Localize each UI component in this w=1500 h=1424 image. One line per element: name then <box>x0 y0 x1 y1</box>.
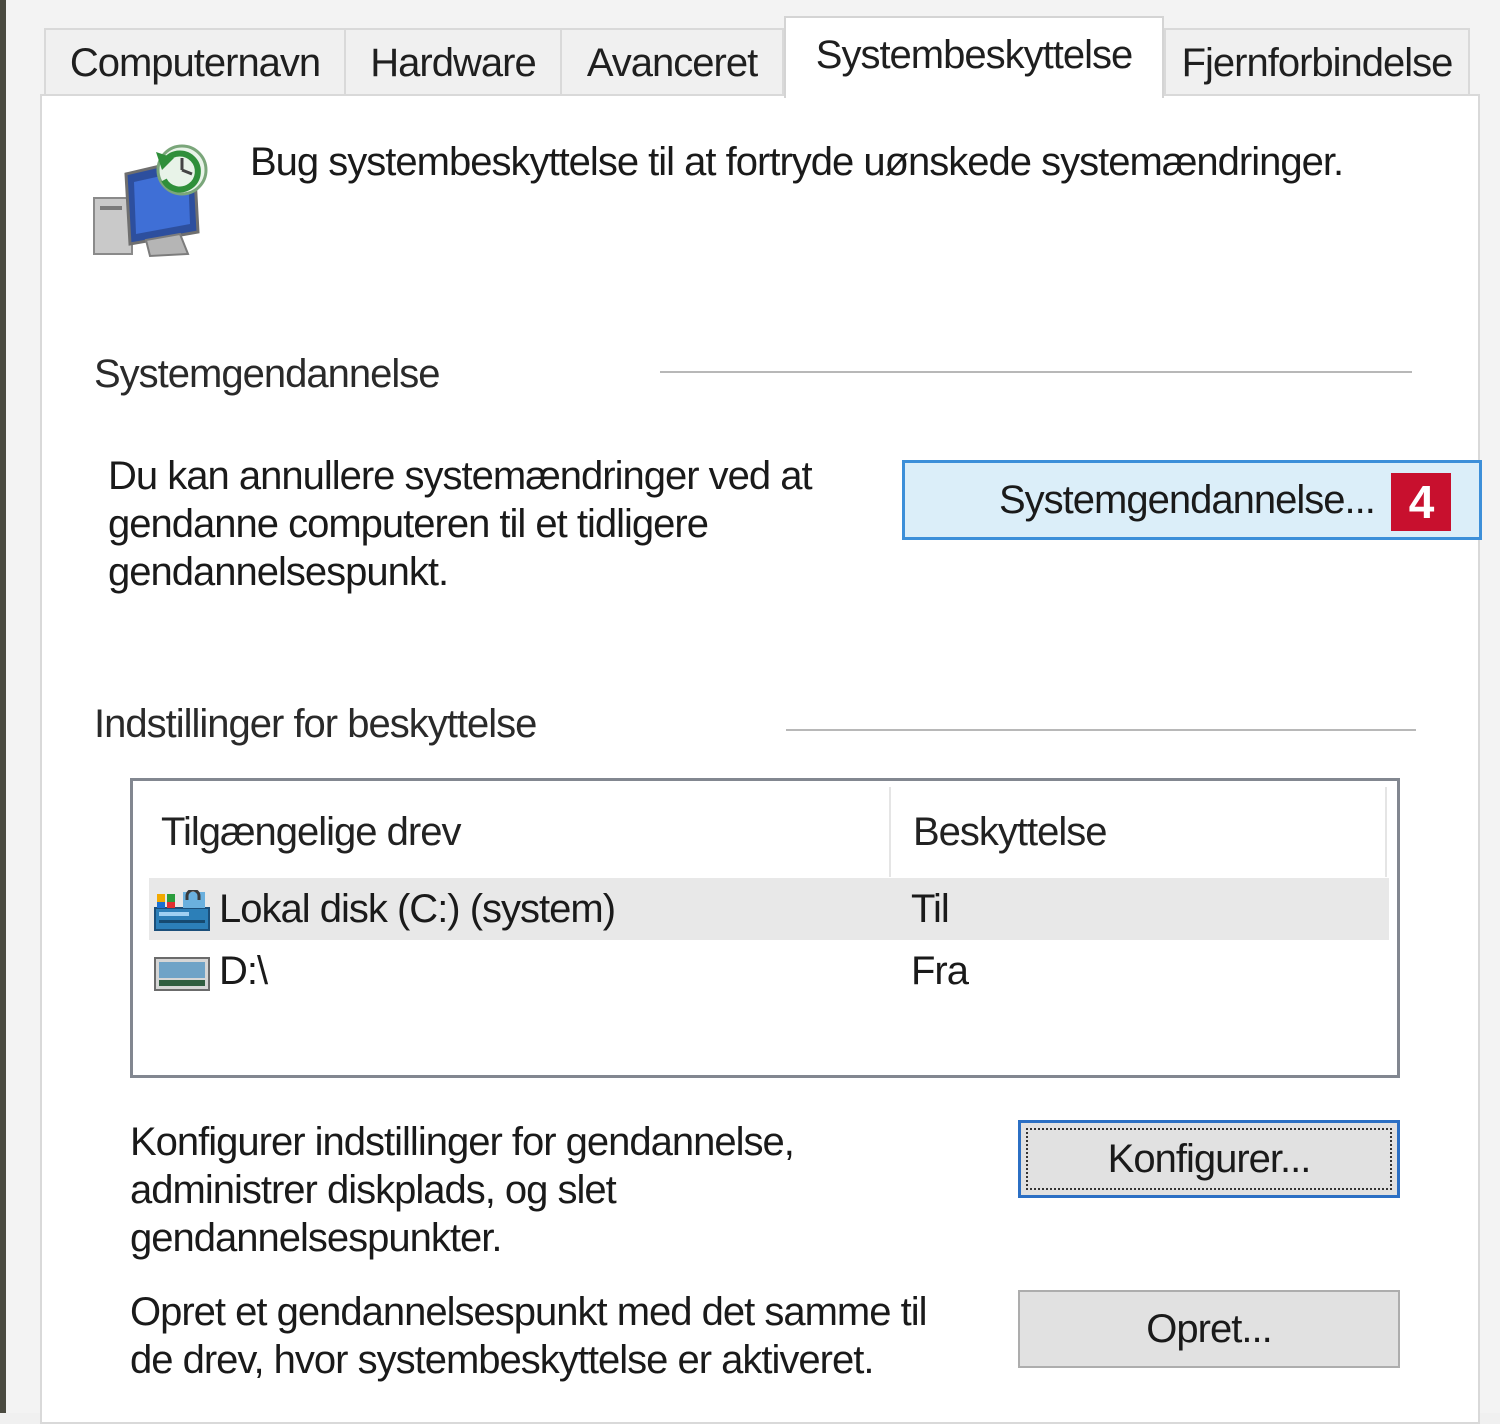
configure-description: Konfigurer indstillinger for gendannelse… <box>130 1120 795 1260</box>
tab-computernavn[interactable]: Computernavn <box>44 28 346 94</box>
intro-text: Bug systembeskyttelse til at fortryde uø… <box>250 140 1344 184</box>
focus-rectangle <box>1026 1128 1392 1190</box>
table-row[interactable]: Lokal disk (C:) (system) Til <box>149 878 1389 940</box>
drive-icon <box>153 950 211 992</box>
dialog-window: Computernavn Hardware Avanceret Systembe… <box>0 0 1500 1424</box>
column-separator[interactable] <box>889 787 891 877</box>
section-title-restore: Systemgendannelse <box>94 352 440 396</box>
column-header-protection[interactable]: Beskyttelse <box>913 781 1108 877</box>
section-divider <box>786 729 1416 731</box>
section-divider <box>660 371 1412 373</box>
section-title-protection: Indstillinger for beskyttelse <box>94 702 537 746</box>
tab-avanceret[interactable]: Avanceret <box>560 28 784 94</box>
table-row[interactable]: D:\ Fra <box>149 940 1389 1002</box>
drive-protection: Til <box>911 887 950 931</box>
create-description: Opret et gendannelsespunkt med det samme… <box>130 1290 927 1382</box>
column-separator <box>1385 787 1387 877</box>
restore-description: Du kan annullere systemændringer ved at … <box>108 454 813 594</box>
drive-name: D:\ <box>219 949 268 993</box>
drive-list[interactable]: Tilgængelige drev Beskyttelse Lokal disk… <box>130 778 1400 1078</box>
create-button[interactable]: Opret... <box>1018 1290 1400 1368</box>
step-badge: 4 <box>1391 473 1451 531</box>
system-protection-icon <box>90 140 218 260</box>
tab-fjernforbindelse[interactable]: Fjernforbindelse <box>1164 28 1470 94</box>
system-drive-icon <box>153 888 211 931</box>
create-button-label: Opret... <box>1146 1307 1272 1351</box>
system-restore-button[interactable]: Systemgendannelse... 4 <box>902 460 1482 540</box>
column-header-drives[interactable]: Tilgængelige drev <box>161 781 461 877</box>
drive-name: Lokal disk (C:) (system) <box>219 887 616 931</box>
configure-button[interactable]: Konfigurer... <box>1018 1120 1400 1198</box>
tab-systembeskyttelse[interactable]: Systembeskyttelse <box>784 16 1164 98</box>
tab-strip: Computernavn Hardware Avanceret Systembe… <box>40 14 1480 98</box>
system-restore-button-label: Systemgendannelse... <box>999 478 1376 522</box>
tab-hardware[interactable]: Hardware <box>344 28 562 94</box>
drive-protection: Fra <box>911 949 969 993</box>
